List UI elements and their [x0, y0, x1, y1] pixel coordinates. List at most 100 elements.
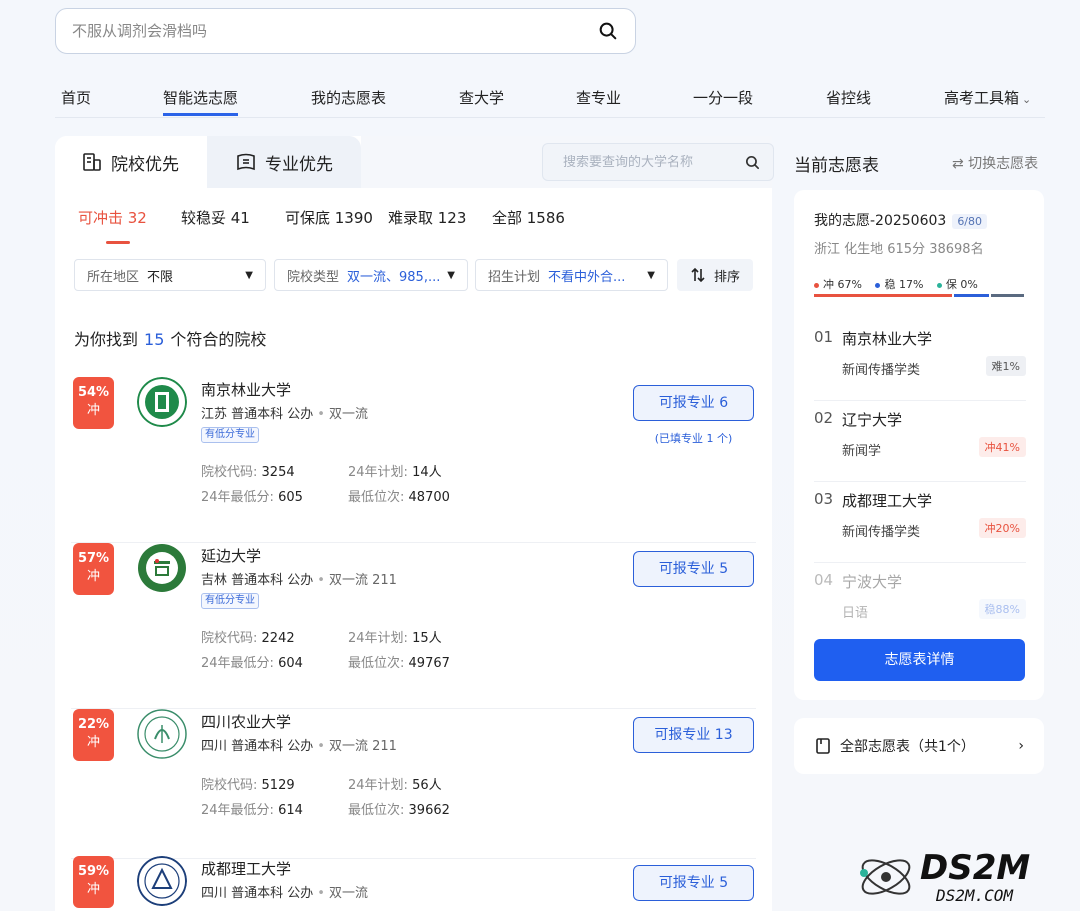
choice-no: 04	[814, 571, 834, 589]
school-code: 院校代码: 2242	[201, 631, 295, 646]
filter-enrollment-plan[interactable]: 招生计划 不看中外合... ▼	[475, 259, 668, 291]
ds2m-watermark-logo: DS2M DS2M.COM	[860, 848, 1030, 905]
school-tags-extra: 双一流	[328, 886, 368, 901]
category-bao[interactable]: 可保底 1390	[285, 207, 373, 243]
school-min-score: 24年最低分: 604	[201, 656, 303, 671]
search-icon[interactable]	[744, 154, 761, 171]
probability-badge: 54% 冲	[73, 377, 114, 429]
available-majors-button[interactable]: 可报专业 6	[633, 385, 754, 421]
table-detail-button[interactable]: 志愿表详情	[814, 639, 1025, 681]
filter-school-type[interactable]: 院校类型 双一流、985,... ▼	[274, 259, 468, 291]
school-name[interactable]: 南京林业大学	[201, 379, 291, 400]
nav-home[interactable]: 首页	[61, 86, 91, 116]
found-prefix: 为你找到	[74, 330, 139, 349]
school-tags: 四川 普通本科 公办 • 双一流	[201, 886, 368, 901]
nav-toolbox[interactable]: 高考工具箱 ⌄	[944, 86, 1031, 116]
choice-tag: 难1%	[985, 356, 1026, 376]
tab-header: 院校优先 专业优先	[55, 136, 774, 188]
found-count: 15	[144, 330, 165, 349]
badge-pct: 57%	[77, 551, 110, 566]
filter-school-type-label: 院校类型	[287, 269, 340, 285]
sort-button[interactable]: 排序	[677, 259, 753, 291]
search-icon[interactable]	[597, 20, 619, 42]
school-name[interactable]: 四川农业大学	[201, 711, 291, 732]
category-wen[interactable]: 较稳妥 41	[181, 207, 250, 243]
category-hard[interactable]: 难录取 123	[388, 207, 466, 243]
tab-school-first[interactable]: 院校优先	[55, 136, 207, 188]
category-chong[interactable]: 可冲击 32	[78, 207, 147, 244]
legend-bao: 保 0%	[936, 278, 978, 291]
school-code: 院校代码: 3254	[201, 465, 295, 480]
badge-type: 冲	[86, 882, 100, 897]
top-search-input[interactable]	[72, 22, 597, 40]
school-row[interactable]: 22% 冲 四川农业大学 四川 普通本科 公办 • 双一流 211 院校代码: 512…	[55, 709, 772, 859]
school-tags: 四川 普通本科 公办 • 双一流 211	[201, 739, 397, 754]
choice-tag: 稳88%	[978, 599, 1026, 619]
risk-legend: 冲 67% 稳 17% 保 0%	[814, 276, 988, 292]
school-row[interactable]: 54% 冲 南京林业大学 江苏 普通本科 公办 • 双一流 有低分专业 院校代码: 3…	[55, 377, 772, 543]
choice-no: 01	[814, 328, 834, 346]
badge-type: 冲	[86, 569, 100, 584]
choice-item[interactable]: 02 辽宁大学 新闻学 冲41%	[814, 401, 1026, 482]
filter-region-value: 不限	[147, 269, 174, 285]
category-all[interactable]: 全部 1586	[492, 207, 565, 243]
filter-region[interactable]: 所在地区 不限 ▼	[74, 259, 266, 291]
school-row[interactable]: 59% 冲 成都理工大学 四川 普通本科 公办 • 双一流 可报专业 5	[55, 856, 772, 911]
school-logo	[137, 377, 187, 427]
school-plan: 24年计划: 15人	[348, 631, 442, 646]
nav-control-line[interactable]: 省控线	[826, 86, 871, 116]
tab-school-first-label: 院校优先	[111, 154, 179, 175]
school-tags-main: 四川 普通本科 公办	[201, 739, 314, 754]
nav-my-table[interactable]: 我的志愿表	[311, 86, 386, 116]
available-majors-button[interactable]: 可报专业 5	[633, 551, 754, 587]
school-name[interactable]: 延边大学	[201, 545, 261, 566]
choice-item[interactable]: 04 宁波大学 日语 稳88%	[814, 563, 1026, 644]
probability-badge: 22% 冲	[73, 709, 114, 761]
nav-smart-select[interactable]: 智能选志愿	[163, 86, 239, 116]
available-majors-button[interactable]: 可报专业 13	[633, 717, 754, 753]
school-search-input[interactable]	[563, 154, 744, 170]
choice-school: 宁波大学	[842, 573, 903, 591]
available-majors-button[interactable]: 可报专业 5	[633, 865, 754, 901]
school-plan: 24年计划: 14人	[348, 465, 442, 480]
tab-major-first[interactable]: 专业优先	[207, 136, 361, 188]
nav-score-rank[interactable]: 一分一段	[693, 86, 753, 116]
legend-chong: 冲 67%	[814, 278, 862, 291]
school-name[interactable]: 成都理工大学	[201, 858, 291, 879]
school-logo	[138, 544, 186, 592]
nav-search-university[interactable]: 查大学	[459, 86, 504, 116]
choice-list: 01 南京林业大学 新闻传播学类 难1% 02 辽宁大学 新闻学 冲41% 03…	[814, 320, 1026, 644]
switch-table-link[interactable]: ⇄ 切换志愿表	[952, 153, 1038, 173]
choice-major: 新闻学	[842, 444, 882, 459]
student-info: 浙江 化生地 615分 38698名	[814, 242, 984, 257]
school-min-rank: 最低位次: 48700	[348, 490, 450, 505]
document-icon	[816, 738, 830, 754]
bar-chong	[814, 294, 952, 297]
school-search-bar[interactable]	[542, 143, 774, 181]
all-tables-link[interactable]: 全部志愿表（共1个） ›	[794, 718, 1044, 774]
school-plan: 24年计划: 56人	[348, 778, 442, 793]
svg-text:DS2M.COM: DS2M.COM	[935, 886, 1014, 905]
school-tags-extra: 双一流	[328, 407, 368, 422]
choice-school: 成都理工大学	[842, 492, 933, 510]
school-tags: 吉林 普通本科 公办 • 双一流 211	[201, 573, 397, 588]
school-tags-main: 吉林 普通本科 公办	[201, 573, 314, 588]
choice-tag: 冲41%	[978, 437, 1026, 457]
nav-search-major[interactable]: 查专业	[576, 86, 621, 116]
main-nav: 首页 智能选志愿 我的志愿表 查大学 查专业 一分一段 省控线 高考工具箱 ⌄	[55, 86, 1045, 118]
top-search-bar[interactable]	[55, 8, 636, 54]
all-tables-label: 全部志愿表（共1个）	[840, 739, 975, 755]
choice-item[interactable]: 03 成都理工大学 新闻传播学类 冲20%	[814, 482, 1026, 563]
choice-item[interactable]: 01 南京林业大学 新闻传播学类 难1%	[814, 320, 1026, 401]
school-row[interactable]: 57% 冲 延边大学 吉林 普通本科 公办 • 双一流 211 有低分专业 院校代码:…	[55, 543, 772, 709]
school-tags-main: 江苏 普通本科 公办	[201, 407, 314, 422]
school-tags-extra: 双一流 211	[328, 573, 397, 588]
school-code: 院校代码: 5129	[201, 778, 295, 793]
results-panel: 院校优先 专业优先 可冲击 32 较稳妥 41 可保底 1390 难录取 123…	[55, 136, 774, 911]
school-logo	[137, 709, 187, 759]
caret-down-icon: ▼	[447, 269, 455, 281]
badge-type: 冲	[86, 735, 100, 750]
low-score-tag: 有低分专业	[201, 593, 259, 609]
filter-plan-value: 不看中外合...	[548, 269, 626, 285]
school-min-rank: 最低位次: 49767	[348, 656, 450, 671]
